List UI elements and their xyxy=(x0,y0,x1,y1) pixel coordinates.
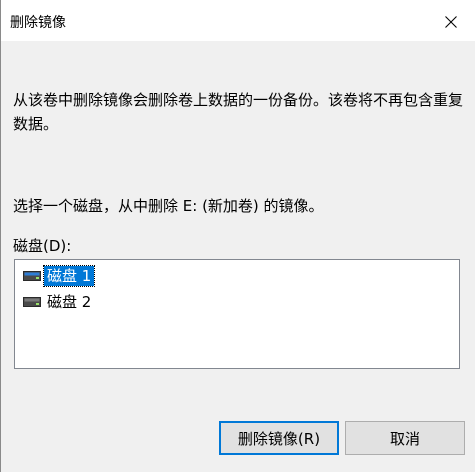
disk-drive-icon xyxy=(22,268,42,284)
disk-item-2[interactable]: 磁盘 2 xyxy=(22,291,94,313)
title-bar: 删除镜像 xyxy=(1,3,475,41)
disk-item-label: 磁盘 1 xyxy=(42,265,96,287)
disk-drive-icon xyxy=(22,294,42,310)
cancel-button[interactable]: 取消 xyxy=(345,421,465,455)
close-button[interactable] xyxy=(434,7,468,37)
disk-item-1[interactable]: 磁盘 1 xyxy=(22,265,96,287)
select-disk-prompt: 选择一个磁盘，从中删除 E: (新加卷) 的镜像。 xyxy=(13,197,324,215)
disk-item-label: 磁盘 2 xyxy=(47,293,92,311)
close-icon xyxy=(445,16,457,28)
disk-listbox[interactable]: 磁盘 1 磁盘 2 xyxy=(14,259,460,369)
dialog-title: 删除镜像 xyxy=(10,15,66,31)
disk-list-label: 磁盘(D): xyxy=(13,237,72,255)
remove-mirror-dialog: 删除镜像 从该卷中删除镜像会删除卷上数据的一份备份。该卷将不再包含重复数据。 选… xyxy=(0,0,475,472)
remove-mirror-button[interactable]: 删除镜像(R) xyxy=(219,421,339,455)
description-text: 从该卷中删除镜像会删除卷上数据的一份备份。该卷将不再包含重复数据。 xyxy=(13,91,464,133)
